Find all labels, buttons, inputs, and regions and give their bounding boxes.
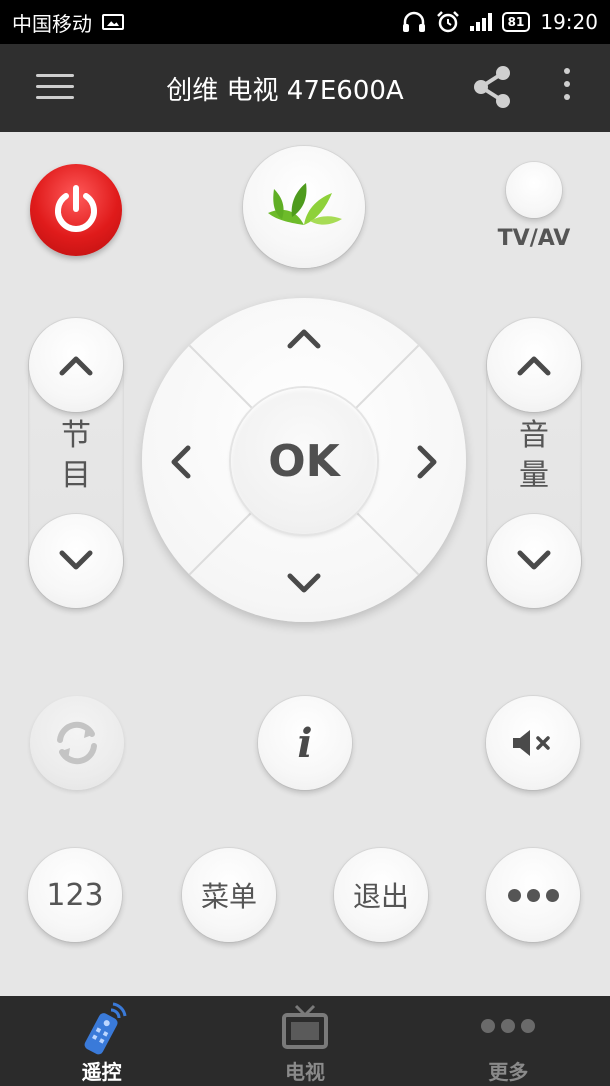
signal-icon <box>469 13 492 31</box>
channel-down-button[interactable] <box>29 514 123 608</box>
share-icon[interactable] <box>470 64 514 110</box>
tab-remote[interactable]: 遥控 <box>0 996 203 1086</box>
dpad-left-button[interactable] <box>168 444 192 480</box>
channel-control: 节目 <box>28 318 124 608</box>
mute-button[interactable] <box>486 696 580 790</box>
ok-button[interactable]: OK <box>231 388 377 534</box>
menu-button[interactable]: 菜单 <box>182 848 276 942</box>
headphones-icon <box>402 11 425 32</box>
volume-down-button[interactable] <box>487 514 581 608</box>
mute-icon <box>513 730 550 756</box>
dot <box>545 888 559 902</box>
tv-av-button[interactable] <box>506 162 562 218</box>
volume-label: 音量 <box>519 418 549 493</box>
chevron-down-icon <box>517 550 551 570</box>
status-bar: 中国移动 81 19:20 <box>0 0 610 44</box>
volume-control: 音量 <box>486 318 582 608</box>
info-icon: i <box>297 719 313 767</box>
dot <box>507 888 521 902</box>
overflow-menu-icon[interactable] <box>560 68 574 108</box>
chevron-up-icon <box>59 356 93 376</box>
dpad-up-button[interactable] <box>286 326 322 350</box>
bottom-tab-bar: 遥控 电视 更多 <box>0 996 610 1086</box>
dot <box>526 888 540 902</box>
tv-av-label: TV/AV <box>497 226 571 251</box>
exit-button[interactable]: 退出 <box>334 848 428 942</box>
tab-more-label: 更多 <box>488 1060 529 1084</box>
home-logo-button[interactable] <box>243 146 365 268</box>
clock: 19:20 <box>540 10 598 34</box>
tab-more[interactable]: 更多 <box>407 996 610 1086</box>
channel-up-button[interactable] <box>29 318 123 412</box>
carrier-name: 中国移动 <box>12 11 92 36</box>
more-options-button[interactable] <box>486 848 580 942</box>
dpad-down-button[interactable] <box>286 572 322 596</box>
chevron-up-icon <box>517 356 551 376</box>
tab-tv[interactable]: 电视 <box>203 996 406 1086</box>
leaf-logo-icon <box>268 183 342 225</box>
app-bar: 创维 电视 47E600A <box>0 44 610 132</box>
image-notification-icon <box>102 14 124 30</box>
direction-pad: OK <box>142 298 466 622</box>
channel-label: 节目 <box>61 418 91 493</box>
sync-button[interactable] <box>30 696 124 790</box>
battery-icon: 81 <box>501 12 531 32</box>
tab-remote-label: 遥控 <box>81 1060 122 1084</box>
more-icon <box>481 1019 536 1033</box>
dpad-right-button[interactable] <box>416 444 440 480</box>
chevron-down-icon <box>59 550 93 570</box>
tv-icon <box>281 1004 328 1049</box>
refresh-icon <box>57 721 97 765</box>
tab-tv-label: 电视 <box>284 1060 325 1084</box>
power-icon <box>55 185 97 232</box>
power-button[interactable] <box>30 164 122 256</box>
alarm-icon <box>436 11 459 33</box>
remote-icon <box>84 1002 127 1055</box>
volume-up-button[interactable] <box>487 318 581 412</box>
number-pad-button[interactable]: 123 <box>28 848 122 942</box>
info-button[interactable]: i <box>258 696 352 790</box>
